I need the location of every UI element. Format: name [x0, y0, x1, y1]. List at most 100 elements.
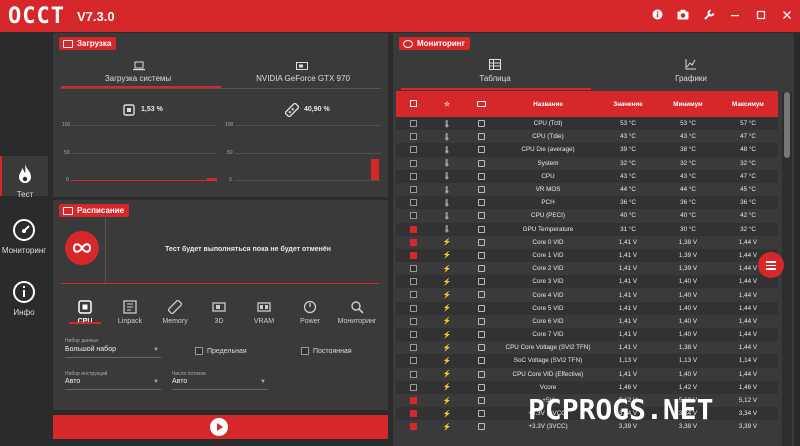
table-row[interactable]: 🌡 CPU (Tctl) 53 °C 53 °C 57 °C	[396, 117, 778, 131]
column-value[interactable]: Значение	[598, 91, 658, 117]
table-row[interactable]: 🌡 CPU (Tdie) 43 °C 43 °C 47 °C	[396, 130, 778, 144]
row-checkbox[interactable]	[409, 317, 417, 325]
table-row[interactable]: ⚡ Vcore 1,46 V 1,42 V 1,46 V	[396, 380, 778, 394]
row-checkbox-cell[interactable]	[396, 117, 430, 131]
row-checkbox-cell[interactable]	[396, 275, 430, 289]
sidebar-item-monitoring[interactable]: Мониторинг	[0, 218, 48, 258]
row-checkbox[interactable]	[409, 423, 417, 431]
row-checkbox-cell[interactable]	[396, 182, 430, 197]
table-row[interactable]: ⚡ Core 4 VID 1,41 V 1,40 V 1,44 V	[396, 288, 778, 302]
row-checkbox[interactable]	[409, 331, 417, 338]
row-checkbox[interactable]	[409, 212, 417, 220]
row-checkbox-cell[interactable]	[396, 262, 430, 276]
row-checkbox-cell[interactable]	[396, 314, 430, 328]
table-row[interactable]: ⚡ Core 2 VID 1,41 V 1,39 V 1,44 V	[396, 262, 778, 276]
row-checkbox-cell[interactable]	[396, 393, 430, 408]
maximize-icon[interactable]	[748, 9, 774, 23]
table-row[interactable]: ⚡ Core 3 VID 1,41 V 1,40 V 1,44 V	[396, 275, 778, 289]
table-row[interactable]: ⚡ Core 7 VID 1,41 V 1,40 V 1,44 V	[396, 328, 778, 342]
instructions-select[interactable]: Авто ▼	[65, 378, 161, 390]
table-row[interactable]: 🌡 PCH 36 °C 36 °C 36 °C	[396, 196, 778, 210]
table-row[interactable]: ⚡ Core 5 VID 1,41 V 1,40 V 1,44 V	[396, 301, 778, 315]
menu-button[interactable]	[758, 252, 784, 278]
row-checkbox-cell[interactable]	[396, 341, 430, 355]
star-icon[interactable]: ☆	[430, 91, 464, 117]
row-checkbox-cell[interactable]	[396, 380, 430, 394]
test-linpack[interactable]: Linpack	[113, 300, 147, 325]
row-checkbox[interactable]	[409, 159, 417, 167]
row-checkbox[interactable]	[409, 396, 417, 404]
scrollbar-thumb[interactable]	[784, 92, 790, 158]
dataset-select[interactable]: Большой набор ▼	[65, 346, 161, 358]
minimize-icon[interactable]	[722, 9, 748, 23]
column-max[interactable]: Максимум	[718, 91, 778, 117]
row-checkbox[interactable]	[409, 410, 417, 418]
row-checkbox-cell[interactable]	[396, 209, 430, 223]
row-checkbox[interactable]	[409, 291, 417, 299]
table-row[interactable]: 🌡 System 32 °C 32 °C 32 °C	[396, 156, 778, 170]
test-power[interactable]: Power	[294, 300, 326, 325]
row-checkbox[interactable]	[409, 278, 417, 286]
row-checkbox-cell[interactable]	[396, 143, 430, 157]
camera-icon[interactable]	[670, 9, 696, 23]
info-icon[interactable]	[644, 9, 670, 23]
row-checkbox[interactable]	[409, 265, 417, 273]
row-checkbox[interactable]	[409, 172, 417, 180]
row-checkbox[interactable]	[409, 120, 417, 127]
row-checkbox[interactable]	[409, 146, 417, 154]
row-checkbox[interactable]	[409, 383, 417, 391]
table-row[interactable]: ⚡ Core 0 VID 1,41 V 1,38 V 1,44 V	[396, 235, 778, 249]
row-checkbox[interactable]	[409, 370, 417, 378]
test-3d[interactable]: 3D	[205, 300, 233, 325]
column-min[interactable]: Минимум	[658, 91, 718, 117]
table-row[interactable]: 🌡 CPU (PECI) 40 °C 40 °C 42 °C	[396, 209, 778, 223]
row-checkbox-cell[interactable]	[396, 367, 430, 381]
row-checkbox-cell[interactable]	[396, 130, 430, 144]
row-checkbox[interactable]	[409, 344, 417, 352]
row-checkbox[interactable]	[409, 225, 417, 233]
table-row[interactable]: 🌡 CPU Die (average) 39 °C 38 °C 48 °C	[396, 143, 778, 157]
table-row[interactable]: ⚡ SoC Voltage (SVI2 TFN) 1,13 V 1,13 V 1,14 …	[396, 354, 778, 368]
table-row[interactable]: ⚡ Core 1 VID 1,41 V 1,39 V 1,44 V	[396, 248, 778, 263]
table-row[interactable]: 🌡 CPU 43 °C 43 °C 47 °C	[396, 169, 778, 183]
row-checkbox[interactable]	[409, 251, 417, 259]
tab-system-load[interactable]: Загрузка системы	[73, 74, 203, 83]
test-vram[interactable]: VRAM	[249, 300, 279, 325]
close-icon[interactable]	[774, 9, 800, 23]
tab-table[interactable]: Таблица	[453, 74, 537, 83]
sidebar-item-test[interactable]: Тест	[0, 156, 48, 199]
row-checkbox-cell[interactable]	[396, 235, 430, 249]
row-checkbox[interactable]	[409, 304, 417, 312]
row-checkbox-cell[interactable]	[396, 196, 430, 210]
row-checkbox-cell[interactable]	[396, 301, 430, 315]
table-scrollbar[interactable]	[782, 92, 792, 446]
row-checkbox-cell[interactable]	[396, 248, 430, 263]
row-checkbox[interactable]	[409, 238, 417, 246]
sidebar-item-info[interactable]: Инфо	[0, 280, 48, 320]
table-row[interactable]: 🌡 GPU Temperature 31 °C 30 °C 32 °C	[396, 222, 778, 236]
test-monitoring[interactable]: Мониторинг	[332, 300, 382, 325]
row-checkbox-cell[interactable]	[396, 420, 430, 434]
constant-checkbox[interactable]	[301, 347, 309, 355]
tab-graphs[interactable]: Графики	[649, 74, 733, 83]
row-checkbox-cell[interactable]	[396, 354, 430, 368]
extreme-checkbox[interactable]	[195, 347, 203, 355]
table-row[interactable]: 🌡 VR MOS 44 °C 44 °C 45 °C	[396, 182, 778, 197]
row-checkbox[interactable]	[409, 185, 417, 193]
start-button[interactable]	[210, 418, 228, 436]
row-checkbox-cell[interactable]	[396, 169, 430, 183]
column-name[interactable]: Название	[498, 91, 598, 117]
threads-select[interactable]: Авто ▼	[172, 378, 268, 390]
table-row[interactable]: ⚡ CPU Core Voltage (SVI2 TFN) 1,41 V 1,38 V…	[396, 341, 778, 355]
row-checkbox[interactable]	[409, 357, 417, 365]
wrench-icon[interactable]	[696, 9, 722, 23]
row-checkbox-cell[interactable]	[396, 222, 430, 236]
row-checkbox-cell[interactable]	[396, 156, 430, 170]
tab-gpu[interactable]: NVIDIA GeForce GTX 970	[233, 74, 373, 83]
row-checkbox-cell[interactable]	[396, 328, 430, 342]
row-checkbox-cell[interactable]	[396, 407, 430, 421]
table-row[interactable]: ⚡ Core 6 VID 1,41 V 1,40 V 1,44 V	[396, 314, 778, 328]
test-memory[interactable]: Memory	[157, 300, 193, 325]
row-checkbox-cell[interactable]	[396, 288, 430, 302]
table-row[interactable]: ⚡ CPU Core VID (Effective) 1,41 V 1,40 V 1,4…	[396, 367, 778, 381]
